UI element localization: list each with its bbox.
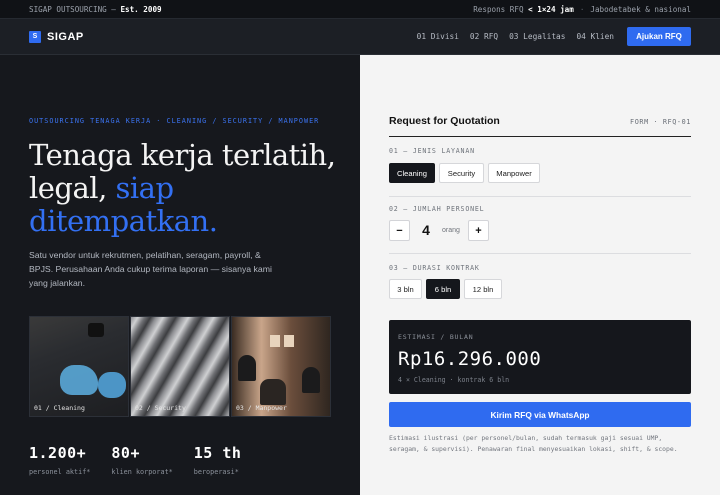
stats-row: 1.200+ personel aktif* 80+ klien korpora…: [29, 444, 262, 476]
duration-option-3[interactable]: 3 bln: [389, 279, 422, 299]
increment-button[interactable]: +: [467, 220, 489, 241]
stat-personnel: 1.200+ personel aktif*: [29, 444, 90, 476]
nav-link-klien[interactable]: 04 Klien: [576, 32, 614, 41]
stat-years: 15 th beroperasi*: [194, 444, 242, 476]
form-title: Request for Quotation: [389, 115, 500, 127]
company-tagline: SIGAP OUTSOURCING — Est. 2009: [29, 5, 162, 14]
rfq-form-panel: Request for Quotation FORM · RFQ-01 01 —…: [360, 55, 720, 495]
stat-clients: 80+ klien korporat*: [111, 444, 172, 476]
service-option-cleaning[interactable]: Cleaning: [389, 163, 435, 183]
hero-section: OUTSOURCING TENAGA KERJA · CLEANING / SE…: [0, 55, 360, 495]
headline-accent-2: ditempatkan.: [29, 204, 218, 238]
window-image: [284, 335, 294, 347]
established-year: Est. 2009: [120, 4, 162, 14]
service-options: Cleaning Security Manpower: [389, 163, 540, 183]
gallery-caption: 01 / Cleaning: [34, 404, 85, 412]
estimate-panel: ESTIMASI / BULAN Rp16.296.000 4 × Cleani…: [389, 320, 691, 394]
logo-letter: S: [32, 33, 38, 40]
nav-link-legalitas[interactable]: 03 Legalitas: [509, 32, 565, 41]
hero-eyebrow: OUTSOURCING TENAGA KERJA · CLEANING / SE…: [29, 117, 320, 125]
decrement-button[interactable]: −: [389, 220, 410, 241]
duration-option-12[interactable]: 12 bln: [464, 279, 502, 299]
glove-image: [60, 365, 98, 395]
division-gallery: 01 / Cleaning 02 / Security 03 / Manpowe…: [29, 316, 331, 417]
stat-value: 15 th: [193, 444, 242, 462]
headline-line-2: legal,: [29, 171, 116, 205]
estimate-note: 4 × Cleaning · kontrak 6 bln: [398, 376, 510, 384]
person-image: [238, 355, 256, 381]
logo-mark[interactable]: S: [29, 30, 41, 43]
nav-link-rfq[interactable]: 02 RFQ: [470, 32, 498, 41]
stat-value: 80+: [111, 444, 140, 462]
person-image: [302, 367, 320, 393]
brand-line: SIGAP OUTSOURCING —: [29, 4, 121, 14]
separator: ·: [579, 4, 585, 14]
stat-label: personel aktif*: [29, 468, 91, 476]
hero-headline: Tenaga kerja terlatih, legal, siap ditem…: [29, 139, 349, 238]
duration-option-6[interactable]: 6 bln: [426, 279, 460, 299]
stat-label: beroperasi*: [193, 468, 239, 476]
coverage-text: Jabodetabek & nasional: [590, 4, 691, 14]
personnel-value[interactable]: 4: [410, 220, 442, 241]
personnel-count-label: 02 — JUMLAH PERSONEL: [389, 205, 485, 213]
hero-lead: Satu vendor untuk rekrutmen, pelatihan, …: [29, 250, 272, 288]
top-info-bar: SIGAP OUTSOURCING — Est. 2009 Respons RF…: [0, 0, 720, 19]
section-divider: [389, 253, 691, 254]
gallery-caption: 03 / Manpower: [236, 404, 287, 412]
estimate-value: Rp16.296.000: [398, 348, 542, 370]
request-rfq-button[interactable]: Ajukan RFQ: [627, 27, 691, 46]
personnel-unit: orang: [442, 227, 460, 234]
main-nav: S SIGAP 01 Divisi 02 RFQ 03 Legalitas 04…: [0, 19, 720, 55]
contract-duration-label: 03 — DURASI KONTRAK: [389, 264, 480, 272]
gallery-tile-security[interactable]: 02 / Security: [130, 316, 230, 417]
logo-text[interactable]: SIGAP: [47, 31, 84, 43]
disclaimer-text: Estimasi ilustrasi (per personel/bulan, …: [389, 434, 678, 453]
response-prefix: Respons RFQ: [473, 4, 529, 14]
form-header: Request for Quotation FORM · RFQ-01: [389, 115, 691, 137]
headline-accent-1: siap: [115, 171, 175, 205]
stat-label: klien korporat*: [111, 468, 173, 476]
personnel-stepper: − 4 orang +: [389, 220, 489, 241]
person-image: [260, 379, 286, 405]
gallery-tile-manpower[interactable]: 03 / Manpower: [231, 316, 331, 417]
service-type-label: 01 — JENIS LAYANAN: [389, 147, 475, 155]
stat-value: 1.200+: [29, 444, 87, 462]
form-code: FORM · RFQ-01: [630, 118, 691, 126]
response-time: < 1×24 jam: [528, 4, 574, 14]
gallery-tile-cleaning[interactable]: 01 / Cleaning: [29, 316, 129, 417]
estimate-label: ESTIMASI / BULAN: [398, 333, 474, 341]
headline-line-1: Tenaga kerja terlatih,: [29, 138, 336, 172]
duration-options: 3 bln 6 bln 12 bln: [389, 279, 502, 299]
window-image: [270, 335, 280, 347]
service-option-security[interactable]: Security: [439, 163, 484, 183]
glove-image: [98, 372, 126, 398]
nav-link-divisi[interactable]: 01 Divisi: [417, 32, 459, 41]
nav-links: 01 Divisi 02 RFQ 03 Legalitas 04 Klien A…: [406, 27, 691, 46]
section-divider: [389, 196, 691, 197]
mug-image: [88, 323, 104, 337]
send-rfq-whatsapp-button[interactable]: Kirim RFQ via WhatsApp: [389, 402, 691, 427]
service-option-manpower[interactable]: Manpower: [488, 163, 540, 183]
gallery-caption: 02 / Security: [135, 404, 186, 412]
response-info: Respons RFQ < 1×24 jam · Jabodetabek & nas…: [473, 5, 691, 14]
